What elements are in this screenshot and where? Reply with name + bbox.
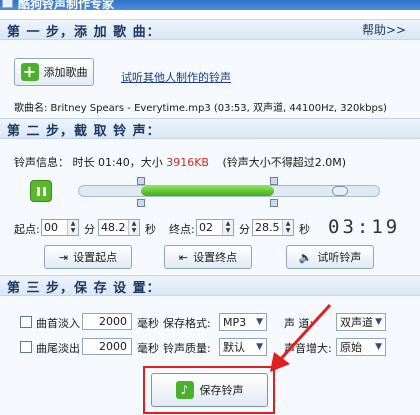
end-minute-stepper[interactable]: 02 ▲ ▼ [196,219,234,236]
start-second-value: 48.2 [101,221,126,234]
ringtone-size-note: (铃声大小不得超过2.0M) [222,156,347,169]
fade-in-label: 曲首淡入 [36,317,80,330]
volume-knob[interactable] [332,186,348,196]
speaker-icon: 🔈 [298,250,313,264]
start-label: 起点: [14,223,40,236]
app-icon [2,0,13,8]
set-start-button[interactable]: ⇥ 设置起点 [44,245,132,269]
help-link[interactable]: 帮助>> [362,21,406,38]
set-end-icon: ⇤ [178,250,189,264]
plus-icon: + [20,63,39,81]
ringtone-info: 铃声信息： 时长 01:40，大小 3916KB (铃声大小不得超过2.0M) [14,154,346,170]
fade-out-label: 曲尾淡出 [36,342,80,355]
start-minute-unit: 分 [84,223,95,236]
save-ringtone-button[interactable]: ♪ 保存铃声 [151,373,268,407]
fade-in-checkbox[interactable] [20,316,32,328]
end-marker-top[interactable] [270,177,279,185]
gain-select[interactable]: 原始 ▼ [336,338,386,356]
start-marker-top[interactable] [137,177,146,185]
end-minute-unit: 分 [239,223,250,236]
fade-out-unit: 毫秒 [137,342,159,355]
window-title: 酷狗铃声制作专家 [18,0,115,11]
channel-value: 双声道 [340,316,373,329]
selection-range[interactable] [141,186,275,196]
fade-out-checkbox[interactable] [20,341,32,353]
fade-in-input[interactable]: 2000 [82,313,132,330]
end-second-unit: 秒 [299,223,310,236]
format-label: 保存格式: [163,317,211,330]
stepper-arrows-icon[interactable]: ▲ ▼ [282,220,293,235]
start-minute-value: 00 [44,221,58,234]
try-others-link[interactable]: 试听其他人制作的铃声 [121,69,231,85]
ringtone-size: 3916KB [166,156,209,169]
save-ringtone-label: 保存铃声 [199,384,244,397]
chevron-down-icon: ▼ [375,342,382,352]
end-marker-bottom[interactable] [270,199,279,207]
stepper-arrows-icon[interactable]: ▲ ▼ [67,220,78,235]
step3-title: 第 三 步，保 存 设 置： [7,281,161,296]
quality-value: 默认 [223,341,245,354]
start-second-stepper[interactable]: 48.2 ▲ ▼ [98,219,140,236]
stepper-arrows-icon[interactable]: ▲ ▼ [128,220,139,235]
end-label: 终点: [169,223,195,236]
preview-button[interactable]: 🔈 试听铃声 [286,245,374,269]
start-minute-stepper[interactable]: 00 ▲ ▼ [41,219,79,236]
end-minute-value: 02 [199,221,213,234]
format-value: MP3 [223,315,247,329]
channel-select[interactable]: 双声道 ▼ [336,313,386,331]
set-start-label: 设置起点 [73,251,118,264]
step2-title: 第 二 步，截 取 铃 声： [7,124,161,139]
set-end-label: 设置终点 [193,251,238,264]
fade-in-unit: 毫秒 [137,317,159,330]
ringtone-info-prefix: 铃声信息： 时长 01:40，大小 [14,156,163,169]
set-start-icon: ⇥ [58,250,69,264]
start-second-unit: 秒 [145,223,156,236]
chevron-down-icon: ▼ [375,317,382,327]
duration-display: 03:19 [328,216,401,238]
end-second-value: 28.5 [255,221,280,234]
start-marker-bottom[interactable] [137,199,146,207]
add-song-label: 添加歌曲 [43,66,88,79]
add-song-button[interactable]: + 添加歌曲 [14,58,94,86]
fade-out-input[interactable]: 2000 [82,338,132,355]
song-info: 歌曲名: Britney Spears - Everytime.mp3 (03:… [14,103,387,114]
music-note-icon: ♪ [175,381,194,399]
pause-button[interactable] [30,180,52,202]
quality-label: 铃声质量: [163,342,211,355]
preview-label: 试听铃声 [317,251,362,264]
stepper-arrows-icon[interactable]: ▲ ▼ [222,220,233,235]
step1-title: 第 一 步，添 加 歌 曲： [7,25,161,40]
end-second-stepper[interactable]: 28.5 ▲ ▼ [252,219,294,236]
gain-value: 原始 [340,341,362,354]
set-end-button[interactable]: ⇤ 设置终点 [164,245,252,269]
